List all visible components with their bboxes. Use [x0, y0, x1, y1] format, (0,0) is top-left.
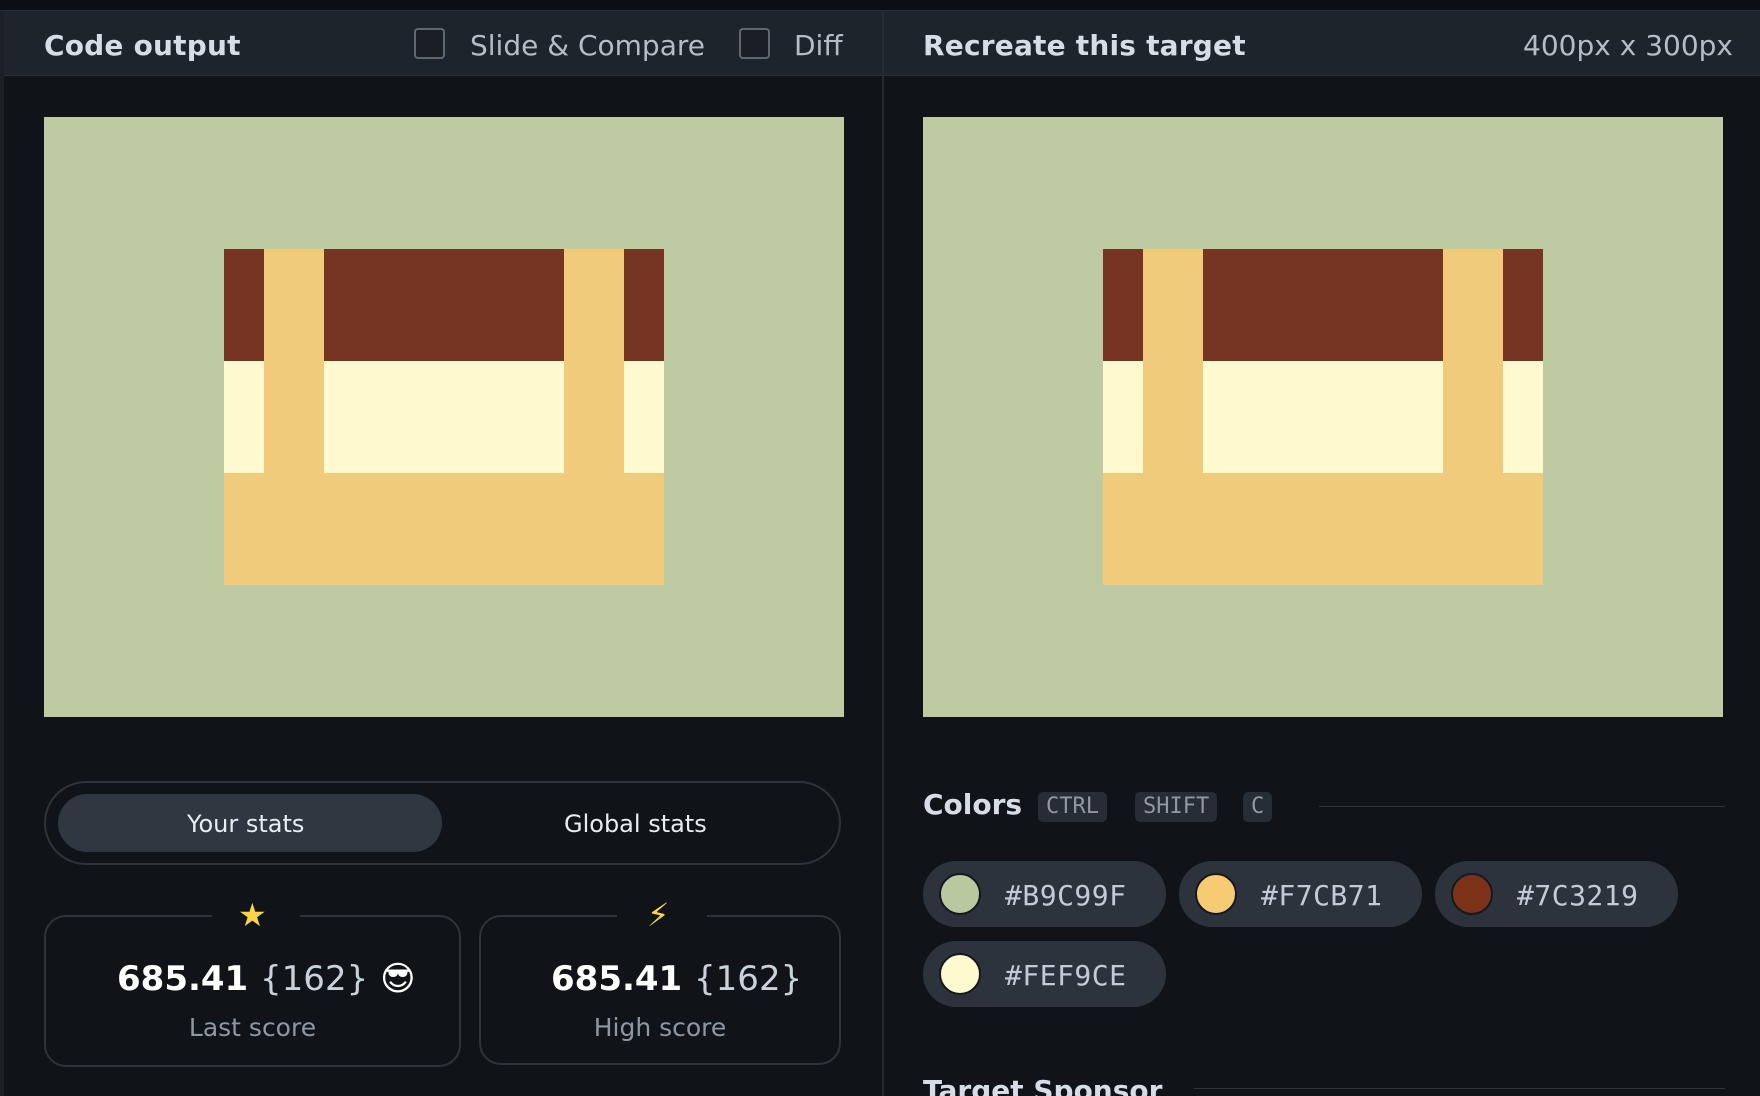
target-panel: Recreate this target 400px x 300px Color… — [884, 11, 1760, 1096]
slide-compare-label[interactable]: Slide & Compare — [470, 29, 705, 62]
target-dimensions: 400px x 300px — [1523, 29, 1733, 62]
target-title: Recreate this target — [923, 29, 1246, 62]
swatch-color-dot — [939, 953, 981, 995]
diff-label[interactable]: Diff — [794, 29, 843, 62]
tab-global-stats[interactable]: Global stats — [564, 810, 707, 838]
tab-your-stats[interactable]: Your stats — [187, 810, 304, 838]
sunglasses-emoji-icon: 😎 — [380, 959, 416, 999]
tan-base — [1103, 473, 1543, 585]
code-output-title: Code output — [44, 29, 241, 62]
tan-base — [224, 473, 664, 585]
swatch-3[interactable]: #7C3219 — [1435, 861, 1678, 927]
kbd-ctrl: CTRL — [1038, 792, 1107, 822]
code-output-header: Code output Slide & Compare Diff — [0, 11, 883, 76]
target-sponsor-title: Target Sponsor — [923, 1074, 1163, 1096]
tan-pillar-left — [1143, 249, 1203, 473]
stats-toggle: Your stats Global stats — [44, 781, 841, 865]
star-icon: ★ — [238, 896, 267, 934]
kbd-shift: SHIFT — [1135, 792, 1218, 822]
colors-title: Colors — [923, 788, 1023, 821]
target-canvas — [923, 117, 1723, 717]
high-score-value: 685.41 {162} — [551, 959, 802, 999]
swatch-hex: #B9C99F — [1005, 879, 1127, 912]
swatch-color-dot — [1195, 873, 1237, 915]
last-score-value: 685.41 {162} 😎 — [117, 959, 416, 999]
left-edge — [0, 11, 4, 1096]
colors-divider — [1319, 806, 1725, 807]
top-bar — [0, 0, 1760, 11]
swatch-hex: #F7CB71 — [1261, 879, 1383, 912]
diff-checkbox[interactable] — [739, 28, 770, 59]
slide-compare-checkbox[interactable] — [414, 28, 445, 59]
last-score-number: 685.41 — [117, 959, 249, 999]
high-score-label: High score — [593, 1013, 727, 1042]
swatch-1[interactable]: #B9C99F — [923, 861, 1166, 927]
swatch-2[interactable]: #F7CB71 — [1179, 861, 1422, 927]
sponsor-divider — [1194, 1088, 1725, 1089]
swatch-color-dot — [1451, 873, 1493, 915]
code-output-canvas[interactable] — [44, 117, 844, 717]
tan-pillar-right — [564, 249, 624, 473]
high-score-count: {162} — [694, 959, 803, 999]
swatch-color-dot — [939, 873, 981, 915]
tan-pillar-left — [264, 249, 324, 473]
last-score-label: Last score — [188, 1013, 317, 1042]
swatch-hex: #FEF9CE — [1005, 959, 1127, 992]
swatch-4[interactable]: #FEF9CE — [923, 941, 1166, 1007]
kbd-c: C — [1243, 792, 1273, 822]
high-score-card: ⚡ 685.41 {162} High score — [479, 899, 841, 1065]
app-root: Code output Slide & Compare Diff Your st… — [0, 0, 1760, 1096]
last-score-count: {162} — [260, 959, 369, 999]
high-score-number: 685.41 — [551, 959, 683, 999]
tan-pillar-right — [1443, 249, 1503, 473]
last-score-card: ★ 685.41 {162} 😎 Last score — [44, 899, 461, 1067]
swatch-hex: #7C3219 — [1517, 879, 1639, 912]
code-output-panel: Code output Slide & Compare Diff Your st… — [0, 11, 883, 1096]
target-header: Recreate this target 400px x 300px — [884, 11, 1760, 76]
lightning-icon: ⚡ — [647, 896, 670, 934]
